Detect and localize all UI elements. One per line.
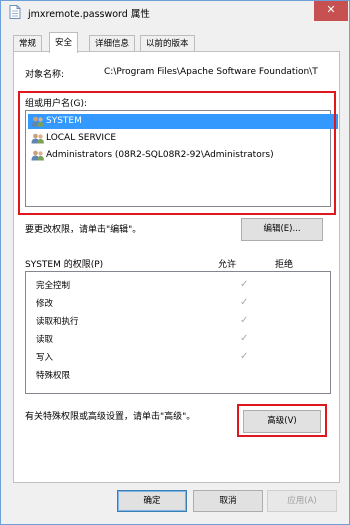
tab-general[interactable]: 常规 <box>13 35 43 52</box>
object-name-value: C:\Program Files\Apache Software Foundat… <box>104 67 318 77</box>
check-icon: ✓ <box>240 351 249 362</box>
check-icon: ✓ <box>240 279 249 290</box>
tab-security[interactable]: 安全 <box>49 32 79 53</box>
permissions-header: SYSTEM 的权限(P) <box>25 260 104 270</box>
table-row: 完全控制 ✓ <box>36 278 316 294</box>
edit-button[interactable]: 编辑(E)... <box>241 218 323 241</box>
permission-name: 修改 <box>36 299 54 309</box>
table-row: 读取和执行 ✓ <box>36 314 316 330</box>
table-row: 修改 ✓ <box>36 296 316 312</box>
advanced-hint: 有关特殊权限或高级设置，请单击"高级"。 <box>25 412 196 422</box>
title-bar[interactable]: jmxremote.password 属性 ✕ <box>1 1 349 23</box>
highlight-groups-frame <box>18 91 336 215</box>
check-icon: ✓ <box>240 297 249 308</box>
permission-name: 完全控制 <box>36 281 71 291</box>
deny-column-header: 拒绝 <box>275 260 294 270</box>
ok-button[interactable]: 确定 <box>117 490 187 512</box>
permission-name: 读取 <box>36 335 54 345</box>
properties-window: jmxremote.password 属性 ✕ 常规 安全 详细信息 以前的版本… <box>0 0 350 525</box>
object-name-label: 对象名称: <box>25 70 65 80</box>
permission-name: 读取和执行 <box>36 317 79 327</box>
close-icon: ✕ <box>326 3 336 16</box>
highlight-advanced-frame <box>237 404 327 437</box>
permission-name: 写入 <box>36 353 54 363</box>
window-title: jmxremote.password 属性 <box>28 9 150 20</box>
check-icon: ✓ <box>240 333 249 344</box>
tab-details[interactable]: 详细信息 <box>89 35 136 52</box>
permissions-table: 完全控制 ✓ 修改 ✓ 读取和执行 ✓ 读取 ✓ 写入 ✓ 特殊权限 <box>25 271 331 394</box>
tab-previous-versions[interactable]: 以前的版本 <box>140 35 195 52</box>
check-icon: ✓ <box>240 315 249 326</box>
apply-button[interactable]: 应用(A) <box>267 490 337 512</box>
allow-column-header: 允许 <box>218 260 237 270</box>
table-row: 读取 ✓ <box>36 332 316 348</box>
file-icon <box>9 5 21 19</box>
edit-hint: 要更改权限，请单击"编辑"。 <box>25 225 142 235</box>
permission-name: 特殊权限 <box>36 371 71 381</box>
cancel-button[interactable]: 取消 <box>193 490 263 512</box>
table-row: 特殊权限 <box>36 368 316 384</box>
table-row: 写入 ✓ <box>36 350 316 366</box>
close-button[interactable]: ✕ <box>314 1 348 21</box>
